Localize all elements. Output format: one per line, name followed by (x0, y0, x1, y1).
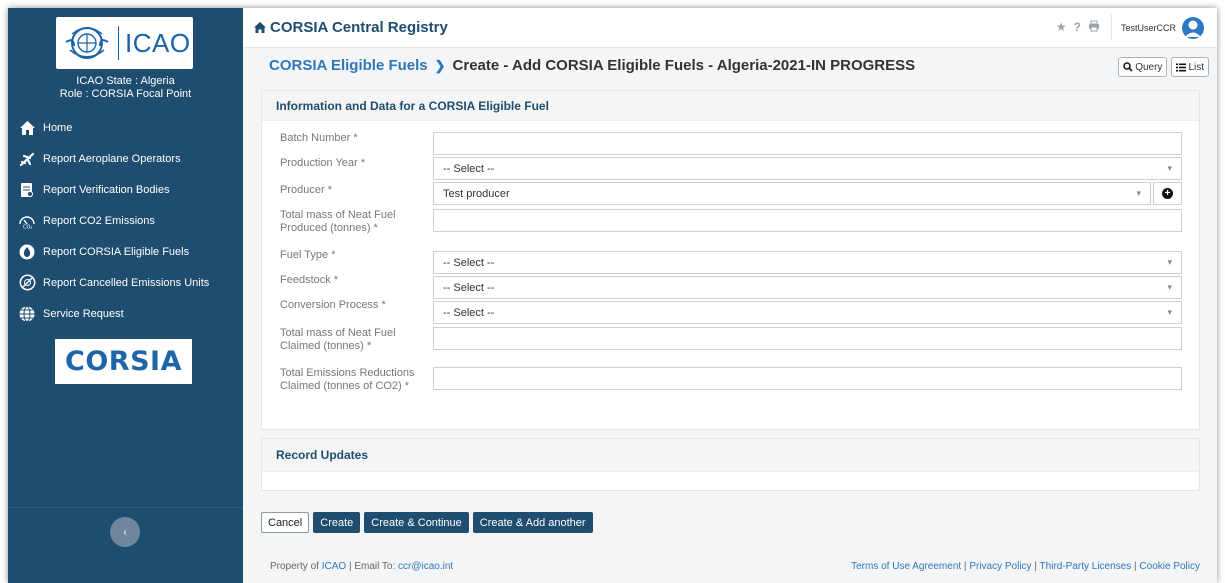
sidebar-collapse-button[interactable]: ‹ (110, 517, 140, 547)
app-title-text: CORSIA Central Registry (270, 19, 448, 36)
state-info: ICAO State : Algeria Role : CORSIA Focal… (8, 75, 243, 101)
feedstock-label: Feedstock * (280, 274, 339, 286)
airplane-icon (18, 150, 36, 168)
mass-claimed-label: Total mass of Neat Fuel Claimed (tonnes)… (280, 327, 396, 352)
form-actions: Cancel Create Create & Continue Create &… (261, 512, 593, 533)
sidebar-item-cancelled-emissions-units[interactable]: Report Cancelled Emissions Units (8, 267, 243, 298)
create-add-another-button[interactable]: Create & Add another (472, 512, 593, 533)
role-line: Role : CORSIA Focal Point (59, 88, 192, 100)
list-icon (1176, 63, 1187, 71)
sidebar: ICAO ICAO State : Algeria Role : CORSIA … (8, 8, 243, 583)
plus-icon: + (1162, 188, 1173, 199)
top-icons: ★ ? (1056, 20, 1100, 35)
conversion-process-label: Conversion Process * (280, 299, 386, 311)
co2-gauge-icon: CO₂ (18, 212, 36, 230)
sidebar-item-aeroplane-operators[interactable]: Report Aeroplane Operators (8, 143, 243, 174)
svg-text:CO₂: CO₂ (23, 224, 32, 229)
document-icon (18, 181, 36, 199)
record-updates-title: Record Updates (262, 439, 1199, 472)
record-updates-panel: Record Updates (261, 438, 1200, 491)
sidebar-item-label: Home (43, 121, 73, 134)
avatar (1182, 17, 1204, 39)
home-icon (18, 119, 36, 137)
sidebar-item-label: Report Cancelled Emissions Units (43, 276, 210, 289)
star-icon[interactable]: ★ (1056, 20, 1067, 35)
help-icon[interactable]: ? (1074, 20, 1081, 35)
logo-divider (118, 26, 119, 60)
sidebar-item-label: Report Aeroplane Operators (43, 152, 181, 165)
footer-links: Terms of Use Agreement | Privacy Policy … (851, 561, 1200, 572)
corsia-logo: CORSIA (55, 339, 192, 384)
fuel-type-select[interactable]: -- Select -- (433, 251, 1182, 274)
sidebar-item-co2-emissions[interactable]: CO₂ Report CO2 Emissions (8, 205, 243, 236)
create-continue-button[interactable]: Create & Continue (364, 512, 469, 533)
icao-logo-text: ICAO (125, 27, 191, 58)
footer-email-link[interactable]: ccr@icao.int (398, 561, 453, 572)
search-icon (1123, 62, 1133, 72)
batch-number-label: Batch Number * (280, 132, 358, 144)
icao-logo[interactable]: ICAO (56, 17, 193, 69)
producer-select[interactable]: Test producer (433, 182, 1151, 205)
list-button[interactable]: List (1171, 57, 1209, 77)
emissions-reductions-label: Total Emissions Reductions Claimed (tonn… (280, 367, 415, 392)
page-title: Create - Add CORSIA Eligible Fuels - Alg… (452, 57, 916, 74)
mass-claimed-input[interactable] (433, 327, 1182, 350)
breadcrumb: CORSIA Eligible Fuels ❯ Create - Add COR… (269, 57, 915, 74)
top-bar: CORSIA Central Registry ★ ? TestUserCCR (243, 8, 1217, 48)
sidebar-item-label: Report CO2 Emissions (43, 214, 155, 227)
query-button[interactable]: Query (1118, 57, 1168, 77)
batch-number-input[interactable] (433, 132, 1182, 155)
production-year-select[interactable]: -- Select -- (433, 157, 1182, 180)
top-divider (1111, 14, 1112, 40)
state-line: ICAO State : Algeria (76, 75, 175, 87)
fuel-drop-icon (18, 243, 36, 261)
production-year-label: Production Year * (280, 157, 366, 169)
breadcrumb-parent-link[interactable]: CORSIA Eligible Fuels (269, 57, 428, 74)
cancel-button[interactable]: Cancel (261, 512, 310, 533)
feedstock-select[interactable]: -- Select -- (433, 276, 1182, 299)
globe-icon (18, 305, 36, 323)
producer-label: Producer * (280, 184, 332, 196)
sidebar-footer: ‹ (8, 507, 243, 583)
create-button[interactable]: Create (313, 512, 361, 533)
list-button-label: List (1188, 61, 1204, 73)
footer-cookie-link[interactable]: Cookie Policy (1139, 561, 1200, 572)
sidebar-item-service-request[interactable]: Service Request (8, 298, 243, 329)
view-buttons: Query List (1118, 57, 1209, 77)
user-menu[interactable]: TestUserCCR (1121, 17, 1204, 39)
sidebar-item-label: Report CORSIA Eligible Fuels (43, 245, 190, 258)
fuel-form-panel: Information and Data for a CORSIA Eligib… (261, 90, 1200, 430)
username: TestUserCCR (1120, 23, 1176, 33)
chevron-right-icon: ❯ (434, 57, 446, 73)
conversion-process-select[interactable]: -- Select -- (433, 301, 1182, 324)
add-producer-button[interactable]: + (1153, 182, 1182, 205)
icao-emblem-icon (65, 27, 109, 59)
footer-left: Property of ICAO | Email To: ccr@icao.in… (270, 561, 453, 572)
query-button-label: Query (1135, 61, 1163, 73)
footer-privacy-link[interactable]: Privacy Policy (969, 561, 1031, 572)
print-icon[interactable] (1088, 20, 1100, 35)
sidebar-nav: Home Report Aeroplane Operators Report V… (8, 112, 243, 329)
chevron-left-icon: ‹ (123, 526, 127, 538)
app-window: ICAO ICAO State : Algeria Role : CORSIA … (8, 8, 1217, 583)
sidebar-item-label: Service Request (43, 307, 124, 320)
footer-terms-link[interactable]: Terms of Use Agreement (851, 561, 961, 572)
mass-produced-label: Total mass of Neat Fuel Produced (tonnes… (280, 209, 396, 234)
sidebar-item-verification-bodies[interactable]: Report Verification Bodies (8, 174, 243, 205)
sidebar-item-home[interactable]: Home (8, 112, 243, 143)
emissions-reductions-input[interactable] (433, 367, 1182, 390)
form-panel-title: Information and Data for a CORSIA Eligib… (262, 91, 1199, 121)
fuel-type-label: Fuel Type * (280, 249, 336, 261)
app-title[interactable]: CORSIA Central Registry (253, 19, 448, 36)
mass-produced-input[interactable] (433, 209, 1182, 232)
home-icon (254, 22, 266, 33)
sidebar-item-label: Report Verification Bodies (43, 183, 170, 196)
cancelled-units-icon (18, 274, 36, 292)
footer-third-party-link[interactable]: Third-Party Licenses (1040, 561, 1132, 572)
footer-icao-link[interactable]: ICAO (322, 561, 346, 572)
footer-email-prefix: | Email To: (348, 561, 396, 572)
sidebar-item-eligible-fuels[interactable]: Report CORSIA Eligible Fuels (8, 236, 243, 267)
footer-property-text: Property of (270, 561, 319, 572)
